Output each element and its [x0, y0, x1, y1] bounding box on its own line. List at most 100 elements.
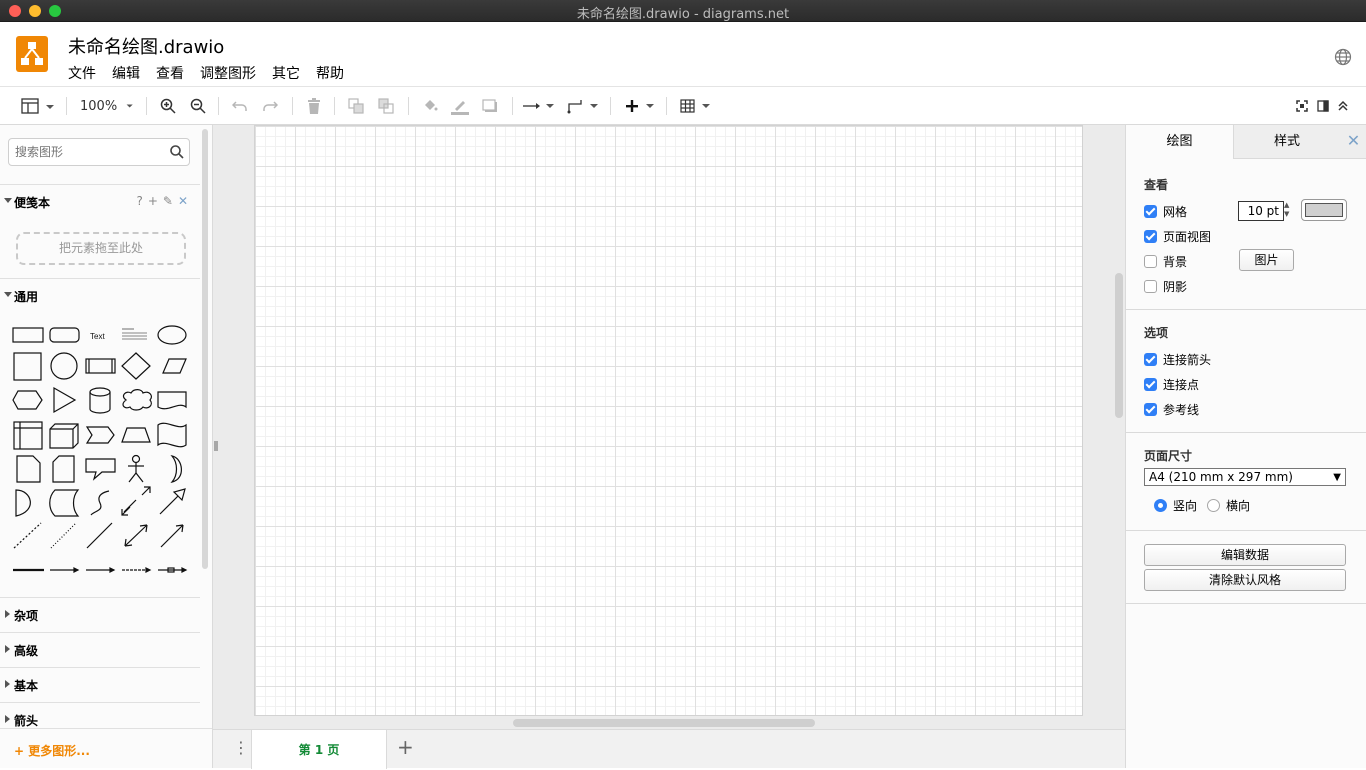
to-back-icon[interactable]: [376, 95, 396, 117]
page-view-checkbox[interactable]: [1144, 230, 1157, 243]
section-scratchpad[interactable]: 便笺本 ? + ✎ ✕: [0, 184, 200, 218]
edit-pencil-icon[interactable]: ✎: [163, 194, 173, 208]
diagram-canvas[interactable]: [213, 125, 1125, 729]
menu-help[interactable]: 帮助: [316, 63, 344, 83]
arrow-connector-shape[interactable]: [50, 567, 80, 573]
cloud-shape[interactable]: [122, 389, 153, 411]
table-dropdown[interactable]: [678, 95, 712, 117]
connection-style-dropdown[interactable]: [522, 95, 556, 117]
guides-checkbox[interactable]: [1144, 403, 1157, 416]
add-page-icon[interactable]: +: [397, 737, 414, 757]
search-icon[interactable]: [169, 144, 185, 163]
menu-arrange[interactable]: 调整图形: [200, 63, 256, 83]
bidirectional-arrow-shape[interactable]: [121, 486, 151, 516]
sidebar-resize-handle[interactable]: [214, 441, 220, 451]
textbox-shape[interactable]: [122, 328, 147, 340]
bidirectional-connector-shape[interactable]: [124, 524, 148, 547]
grid-color-button[interactable]: [1301, 199, 1347, 221]
connection-points-option[interactable]: 连接点: [1144, 376, 1199, 393]
circle-shape[interactable]: [50, 352, 78, 380]
internal-storage-shape[interactable]: [13, 421, 43, 450]
vertical-scrollbar[interactable]: [1115, 273, 1123, 418]
collapse-chevron-up-icon[interactable]: [1335, 95, 1351, 117]
section-basic[interactable]: 基本: [0, 667, 200, 701]
search-input[interactable]: [15, 145, 165, 159]
page-menu-icon[interactable]: ⋮: [233, 740, 249, 756]
portrait-option[interactable]: 竖向: [1154, 497, 1197, 514]
dashed-arrow-connector-shape[interactable]: [86, 567, 116, 573]
sidebar-scrollbar[interactable]: [202, 129, 208, 569]
dotted-line-shape[interactable]: [50, 522, 77, 549]
section-advanced[interactable]: 高级: [0, 632, 200, 666]
insert-dropdown[interactable]: [622, 95, 656, 117]
triangle-shape[interactable]: [53, 386, 77, 414]
connector-with-label-shape[interactable]: [158, 567, 188, 573]
process-shape[interactable]: [85, 358, 116, 374]
guides-option[interactable]: 参考线: [1144, 401, 1199, 418]
section-misc[interactable]: 杂项: [0, 597, 200, 631]
edit-data-button[interactable]: 编辑数据: [1144, 544, 1346, 566]
background-option[interactable]: 背景: [1144, 253, 1187, 270]
shadow-option[interactable]: 阴影: [1144, 278, 1187, 295]
shape-search-box[interactable]: [8, 138, 190, 166]
menu-view[interactable]: 查看: [156, 63, 184, 83]
format-panel-icon[interactable]: [1315, 95, 1331, 117]
zoom-in-icon[interactable]: [158, 95, 178, 117]
section-general[interactable]: 通用: [0, 278, 200, 312]
document-shape[interactable]: [157, 391, 187, 410]
diamond-shape[interactable]: [121, 352, 151, 380]
help-icon[interactable]: ?: [136, 194, 142, 208]
clear-default-style-button[interactable]: 清除默认风格: [1144, 569, 1346, 591]
landscape-radio[interactable]: [1207, 499, 1220, 512]
waypoints-dropdown[interactable]: [566, 95, 600, 117]
grid-size-input[interactable]: 10 pt: [1238, 201, 1284, 221]
actor-shape[interactable]: [128, 454, 144, 483]
fullscreen-icon[interactable]: [1294, 95, 1310, 117]
arrow-shape[interactable]: [159, 488, 186, 515]
landscape-option[interactable]: 横向: [1207, 497, 1250, 514]
connection-points-checkbox[interactable]: [1144, 378, 1157, 391]
line-color-icon[interactable]: [450, 95, 470, 117]
card-shape[interactable]: [52, 455, 75, 483]
cube-shape[interactable]: [49, 423, 79, 449]
background-checkbox[interactable]: [1144, 255, 1157, 268]
page-grid[interactable]: [254, 125, 1083, 716]
fill-color-icon[interactable]: [420, 95, 440, 117]
labeled-connector-shape[interactable]: [122, 567, 152, 573]
shadow-icon[interactable]: [480, 95, 500, 117]
add-icon[interactable]: +: [148, 194, 158, 208]
grid-checkbox[interactable]: [1144, 205, 1157, 218]
rectangle-shape[interactable]: [12, 327, 44, 343]
parallelogram-shape[interactable]: [162, 358, 187, 374]
menu-extras[interactable]: 其它: [272, 63, 300, 83]
to-front-icon[interactable]: [346, 95, 366, 117]
line-shape[interactable]: [86, 522, 113, 549]
redo-icon[interactable]: [260, 95, 280, 117]
dashed-line-shape[interactable]: [13, 522, 42, 549]
ellipse-shape[interactable]: [157, 325, 187, 345]
menu-edit[interactable]: 编辑: [112, 63, 140, 83]
page-tab-1[interactable]: 第 1 页: [251, 730, 387, 769]
step-shape[interactable]: [85, 426, 115, 444]
menu-file[interactable]: 文件: [68, 63, 96, 83]
cylinder-shape[interactable]: [89, 387, 111, 414]
or-shape[interactable]: [170, 455, 182, 483]
document-title[interactable]: 未命名绘图.drawio: [68, 33, 224, 59]
grid-option[interactable]: 网格: [1144, 203, 1187, 220]
trapezoid-shape[interactable]: [121, 427, 151, 443]
note-shape[interactable]: [16, 455, 41, 483]
close-icon[interactable]: ✕: [178, 194, 188, 208]
zoom-out-icon[interactable]: [188, 95, 208, 117]
zoom-dropdown[interactable]: 100%: [80, 95, 136, 117]
connection-arrows-checkbox[interactable]: [1144, 353, 1157, 366]
hexagon-shape[interactable]: [12, 390, 43, 410]
connection-arrows-option[interactable]: 连接箭头: [1144, 351, 1211, 368]
close-icon[interactable]: ✕: [1340, 125, 1366, 159]
portrait-radio[interactable]: [1154, 499, 1167, 512]
text-shape[interactable]: Text: [90, 332, 105, 341]
undo-icon[interactable]: [230, 95, 250, 117]
callout-shape[interactable]: [85, 458, 116, 481]
background-image-button[interactable]: 图片: [1239, 249, 1294, 271]
square-shape[interactable]: [13, 352, 42, 381]
page-view-option[interactable]: 页面视图: [1144, 228, 1211, 245]
